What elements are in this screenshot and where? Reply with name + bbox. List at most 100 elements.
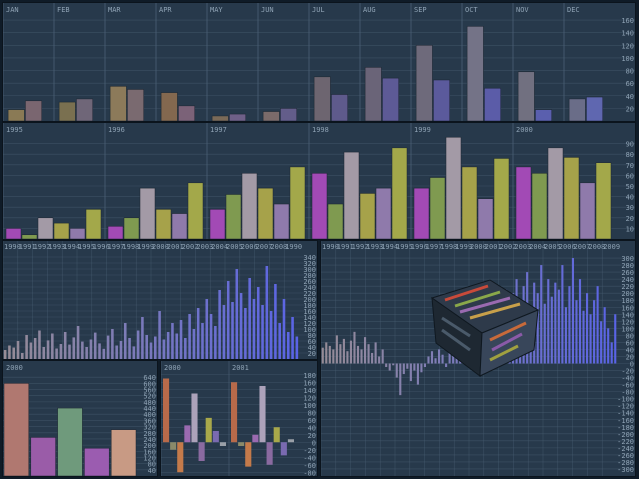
y-tick-label: 80 (308, 409, 316, 417)
bar (171, 323, 174, 359)
bar (259, 386, 266, 443)
category-label: 2001 (232, 364, 249, 372)
bar (388, 363, 391, 371)
bar (30, 437, 56, 476)
bar (171, 213, 188, 239)
y-tick-label: 180 (621, 297, 634, 305)
bar (364, 67, 382, 121)
bar (149, 342, 153, 359)
bar (335, 335, 338, 364)
y-tick-label: 50 (626, 183, 634, 191)
bar (205, 299, 209, 359)
y-tick-label: -240 (617, 445, 634, 453)
y-tick-label: -80 (621, 389, 634, 397)
bar (578, 279, 582, 364)
bar (382, 77, 399, 121)
y-tick-label: 120 (303, 394, 316, 402)
bar (342, 338, 345, 364)
y-tick-label: 100 (303, 402, 316, 410)
y-tick-label: -40 (303, 454, 316, 462)
bar (589, 314, 592, 364)
category-label: AUG (363, 6, 376, 14)
x-tick-label: 2009 (603, 243, 620, 251)
bar (69, 228, 86, 239)
y-tick-label: 20 (626, 105, 634, 113)
y-tick-label: 60 (626, 339, 634, 347)
bar (158, 311, 161, 359)
bar (415, 45, 433, 121)
y-tick-label: -20 (621, 368, 634, 376)
bar (265, 266, 269, 359)
bar (226, 281, 230, 359)
bar (76, 98, 93, 121)
bar (543, 303, 546, 364)
bar (162, 339, 166, 359)
bar (170, 442, 177, 450)
category-label: OCT (465, 6, 478, 14)
bar (123, 217, 140, 239)
bar (145, 335, 148, 359)
y-tick-label: -220 (617, 438, 634, 446)
y-tick-label: 20 (626, 353, 634, 361)
y-tick-label: 160 (621, 17, 634, 25)
bar (85, 209, 102, 239)
category-label: 1997 (210, 126, 227, 134)
y-tick-label: 80 (626, 68, 634, 76)
bar (225, 194, 242, 239)
bar (177, 442, 184, 473)
bar (409, 363, 412, 382)
bar (214, 326, 217, 359)
bar (331, 94, 348, 121)
y-tick-label: 80 (626, 151, 634, 159)
bar (252, 299, 256, 359)
bar (187, 182, 204, 239)
bar (33, 338, 37, 359)
bar (127, 89, 144, 121)
bar (178, 105, 195, 121)
category-label: MAR (108, 6, 121, 14)
bar (21, 234, 38, 239)
y-tick-label: -180 (617, 424, 634, 432)
bar (238, 442, 245, 446)
bar (353, 331, 356, 364)
y-tick-label: 30 (626, 204, 634, 212)
bar (231, 302, 234, 359)
bar (289, 166, 306, 239)
bar (51, 333, 54, 359)
y-tick-label: 90 (626, 141, 634, 149)
y-tick-label: 160 (303, 379, 316, 387)
bar (231, 382, 238, 443)
y-tick-label: 20 (308, 432, 316, 440)
bar (406, 363, 409, 369)
yearly-chart: 10 20 30 40 50 60 70 80 90 1995 1996 1997 1998 1999 20… (3, 123, 635, 239)
bar (188, 314, 191, 359)
bar (93, 332, 97, 359)
bar (280, 442, 287, 456)
bar (531, 173, 548, 239)
bottom-middle-chart: -80-60-40-20020406080100120140160180 2000… (161, 361, 317, 476)
bar (68, 344, 71, 359)
bar (136, 330, 140, 359)
yearly-chart-panel: 10 20 30 40 50 60 70 80 90 1995 1996 1997 1998 1999 20… (2, 122, 636, 240)
bar (349, 340, 353, 364)
bar (175, 333, 179, 359)
bar (273, 427, 280, 443)
bar (72, 337, 76, 359)
category-label: 2000 (516, 126, 533, 134)
bar (416, 363, 419, 385)
bar (378, 356, 381, 364)
bar (155, 209, 172, 239)
bar (245, 442, 252, 467)
bar (535, 109, 552, 121)
bar (141, 317, 144, 359)
bar (282, 299, 286, 359)
bar (484, 87, 501, 121)
y-tick-label: 300 (621, 255, 634, 263)
dense-left-chart-panel: 20 40 60 80 100 120 140 160 180 200 220 240 260 280 30… (2, 240, 318, 360)
bar (7, 109, 25, 121)
bar (402, 363, 405, 375)
category-label: MAY (210, 6, 223, 14)
bottom-left-chart-panel: 40 80 120 160 200 240 280 320 360 400 440 480 520 560… (2, 360, 158, 477)
bar (568, 286, 571, 364)
bar (568, 98, 586, 121)
